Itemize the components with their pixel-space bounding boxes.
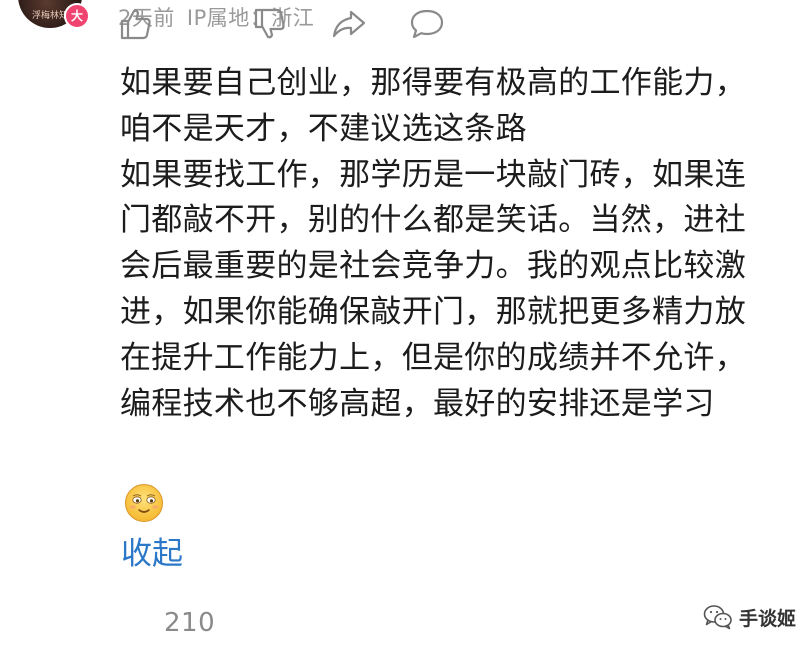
watermark: 手谈姬 [703, 600, 796, 634]
comment-line: 在提升工作能力上，但是你的成绩并不允许， [120, 339, 746, 376]
reply-button[interactable] [408, 6, 446, 46]
smiling-face-emoji [125, 484, 163, 522]
share-icon [332, 10, 366, 38]
comment-line: 编程技术也不够高超，最好的安排还是学习 [120, 385, 715, 422]
watermark-text: 手谈姬 [738, 607, 796, 630]
ip-location: IP属地：浙江 [186, 6, 315, 30]
wechat-icon [703, 605, 732, 630]
level-badge: 大 [64, 3, 90, 29]
comment-line: 如果要找工作，那学历是一块敲门砖，如果连 [120, 156, 746, 193]
like-count: 210 [164, 608, 216, 638]
comment-line: 咱不是天才，不建议选这条路 [120, 110, 527, 147]
share-button[interactable] [330, 6, 368, 46]
comment-text: 如果要自己创业，那得要有极高的工作能力， 咱不是天才，不建议选这条路 如果要找工… [120, 61, 800, 427]
collapse-link[interactable]: 收起 [121, 528, 183, 573]
comment-line: 进，如果你能确保敲开门，那就把更多精力放 [120, 293, 746, 330]
comment-line: 会后最重要的是社会竞争力。我的观点比较激 [120, 248, 746, 285]
comment-line: 如果要自己创业，那得要有极高的工作能力， [120, 65, 746, 101]
dislike-button[interactable] [252, 6, 288, 46]
thumbs-down-icon [254, 8, 285, 39]
like-button[interactable] [118, 6, 154, 46]
thumbs-up-icon [120, 9, 151, 40]
comment-icon [410, 9, 444, 39]
comment-line: 门都敲不开，别的什么都是笑话。当然，进社 [120, 202, 746, 239]
